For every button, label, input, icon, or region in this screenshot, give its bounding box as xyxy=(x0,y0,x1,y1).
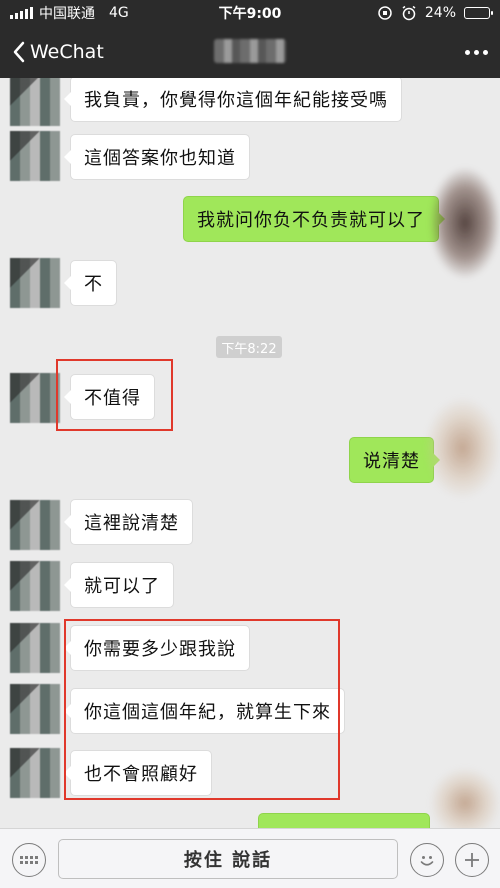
signal-strength-icon xyxy=(10,7,33,19)
contact-avatar[interactable] xyxy=(10,561,60,611)
network-type: 4G xyxy=(109,5,129,21)
blurred-own-avatar xyxy=(430,768,500,828)
incoming-message[interactable]: 就可以了 xyxy=(64,562,174,608)
outgoing-message[interactable]: 我就问你负不负责就可以了 xyxy=(183,196,445,242)
contact-avatar[interactable] xyxy=(10,258,60,308)
outgoing-message[interactable] xyxy=(258,813,430,828)
back-label: WeChat xyxy=(30,41,104,63)
contact-avatar[interactable] xyxy=(10,131,60,181)
contact-avatar[interactable] xyxy=(10,748,60,798)
incoming-message[interactable]: 這個答案你也知道 xyxy=(64,134,250,180)
carrier-name: 中国联通 xyxy=(39,6,95,22)
more-dot-icon xyxy=(465,49,470,55)
incoming-message[interactable]: 我負責，你覺得你這個年紀能接受嗎 xyxy=(64,78,402,122)
highlight-box xyxy=(56,359,173,431)
nav-bar: WeChat xyxy=(0,26,500,78)
incoming-message[interactable]: 這裡說清楚 xyxy=(64,499,193,545)
contact-avatar[interactable] xyxy=(10,623,60,673)
contact-avatar[interactable] xyxy=(10,373,60,423)
blurred-own-avatar xyxy=(430,168,500,278)
chevron-left-icon xyxy=(13,41,25,63)
keyboard-icon xyxy=(20,856,38,864)
chat-timestamp: 下午8:22 xyxy=(216,336,282,358)
orientation-lock-icon xyxy=(378,6,392,20)
more-options-button[interactable] xyxy=(465,49,488,55)
input-bar: 按住 說話 xyxy=(0,828,500,888)
battery-percent: 24% xyxy=(424,5,456,21)
blurred-own-avatar xyxy=(425,398,500,498)
alarm-icon xyxy=(402,5,416,21)
emoji-button[interactable] xyxy=(410,843,444,877)
contact-avatar[interactable] xyxy=(10,78,60,126)
battery-icon xyxy=(464,7,493,19)
smiley-icon xyxy=(420,856,434,866)
chat-title-blurred xyxy=(214,39,286,63)
status-bar: 中国联通 4G 下午9:00 24% xyxy=(0,0,500,26)
more-actions-button[interactable] xyxy=(455,843,489,877)
highlight-box xyxy=(64,619,340,800)
outgoing-message[interactable]: 说清楚 xyxy=(349,437,440,483)
more-dot-icon xyxy=(483,49,488,55)
hold-to-talk-button[interactable]: 按住 說話 xyxy=(58,839,398,879)
contact-avatar[interactable] xyxy=(10,684,60,734)
back-button[interactable]: WeChat xyxy=(12,41,104,63)
contact-avatar[interactable] xyxy=(10,500,60,550)
plus-icon xyxy=(465,853,479,867)
chat-area[interactable]: 我負責，你覺得你這個年紀能接受嗎 這個答案你也知道 我就问你负不负责就可以了 不… xyxy=(0,78,500,828)
status-right: 24% xyxy=(377,5,493,21)
more-dot-icon xyxy=(474,49,479,55)
keyboard-toggle-button[interactable] xyxy=(12,843,46,877)
incoming-message[interactable]: 不 xyxy=(64,260,117,306)
